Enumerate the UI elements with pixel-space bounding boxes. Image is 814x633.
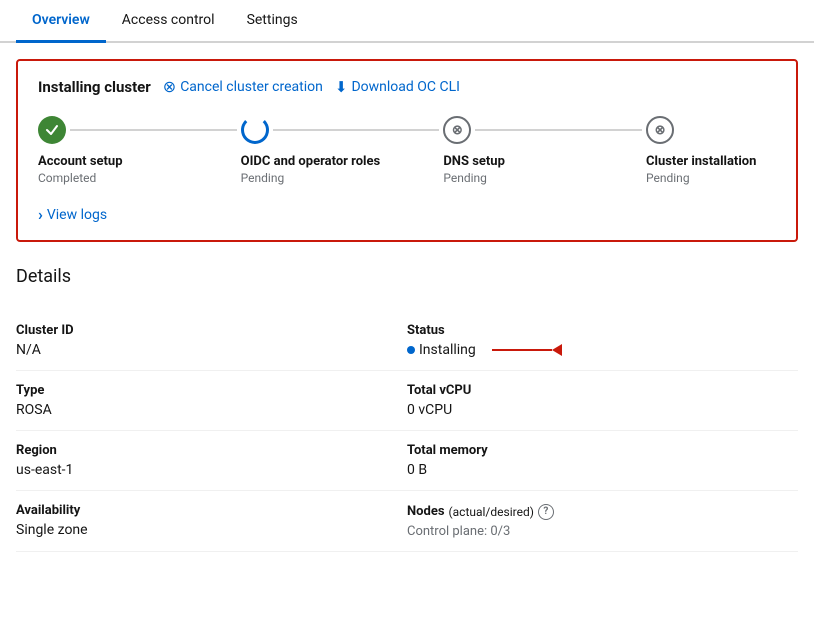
cancel-label: Cancel cluster creation bbox=[180, 79, 323, 95]
arrow-annotation bbox=[492, 344, 562, 356]
install-banner: Installing cluster ⊗ Cancel cluster crea… bbox=[16, 59, 798, 242]
step-status-3: Pending bbox=[443, 171, 505, 185]
status-text: Installing bbox=[419, 342, 476, 358]
step-icon-row-2 bbox=[241, 116, 444, 144]
step-icon-pending-x-1: ⊗ bbox=[443, 116, 471, 144]
detail-cluster-id: Cluster ID N/A bbox=[16, 311, 407, 371]
details-title: Details bbox=[16, 266, 798, 295]
detail-nodes: Nodes (actual/desired) ? Control plane: … bbox=[407, 491, 798, 552]
detail-label-availability: Availability bbox=[16, 503, 407, 518]
detail-label-region: Region bbox=[16, 443, 407, 458]
detail-value-memory: 0 B bbox=[407, 462, 798, 478]
details-section: Details Cluster ID N/A Status Installing… bbox=[0, 258, 814, 568]
step-oidc-roles: OIDC and operator roles Pending bbox=[241, 116, 444, 185]
arrow-line bbox=[492, 349, 552, 351]
tab-access-control[interactable]: Access control bbox=[106, 0, 231, 43]
detail-value-cluster-id: N/A bbox=[16, 342, 407, 358]
detail-label-nodes: Nodes (actual/desired) ? bbox=[407, 504, 554, 520]
detail-status: Status Installing bbox=[407, 311, 798, 371]
detail-value-region: us-east-1 bbox=[16, 462, 407, 478]
detail-label-cluster-id: Cluster ID bbox=[16, 323, 407, 338]
detail-value-status: Installing bbox=[407, 342, 798, 358]
install-title: Installing cluster bbox=[38, 78, 151, 96]
step-connector-1 bbox=[70, 129, 237, 131]
step-cluster-installation: ⊗ Cluster installation Pending bbox=[646, 116, 776, 185]
download-label: Download OC CLI bbox=[351, 79, 459, 95]
detail-value-type: ROSA bbox=[16, 402, 407, 418]
detail-region: Region us-east-1 bbox=[16, 431, 407, 491]
nodes-sublabel: (actual/desired) bbox=[449, 505, 534, 519]
detail-label-type: Type bbox=[16, 383, 407, 398]
info-icon[interactable]: ? bbox=[538, 504, 554, 520]
tab-overview[interactable]: Overview bbox=[16, 0, 106, 43]
cancel-icon: ⊗ bbox=[163, 77, 176, 96]
view-logs-link[interactable]: › View logs bbox=[38, 205, 107, 224]
detail-value-vcpu: 0 vCPU bbox=[407, 402, 798, 418]
step-icon-completed bbox=[38, 116, 66, 144]
tab-settings[interactable]: Settings bbox=[231, 0, 314, 43]
install-header: Installing cluster ⊗ Cancel cluster crea… bbox=[38, 77, 776, 96]
step-label-2: OIDC and operator roles bbox=[241, 154, 381, 169]
detail-memory: Total memory 0 B bbox=[407, 431, 798, 491]
detail-label-memory: Total memory bbox=[407, 443, 798, 458]
step-content-2: OIDC and operator roles Pending bbox=[241, 152, 381, 185]
step-connector-2 bbox=[273, 129, 440, 131]
step-icon-spinning bbox=[241, 116, 269, 144]
detail-label-vcpu: Total vCPU bbox=[407, 383, 798, 398]
step-account-setup: Account setup Completed bbox=[38, 116, 241, 185]
detail-label-status: Status bbox=[407, 323, 798, 338]
step-content-3: DNS setup Pending bbox=[443, 152, 505, 185]
arrow-head bbox=[552, 344, 562, 356]
cancel-cluster-link[interactable]: ⊗ Cancel cluster creation bbox=[163, 77, 323, 96]
step-dns-setup: ⊗ DNS setup Pending bbox=[443, 116, 646, 185]
detail-availability: Availability Single zone bbox=[16, 491, 407, 552]
step-status-4: Pending bbox=[646, 171, 756, 185]
status-dot bbox=[407, 346, 415, 354]
download-oc-cli-link[interactable]: ⬇ Download OC CLI bbox=[335, 78, 460, 96]
nodes-label-text: Nodes bbox=[407, 504, 445, 519]
detail-value-availability: Single zone bbox=[16, 522, 407, 538]
details-grid: Cluster ID N/A Status Installing Type RO… bbox=[16, 311, 798, 552]
step-label-4: Cluster installation bbox=[646, 154, 756, 169]
view-logs-label: View logs bbox=[47, 207, 107, 223]
step-connector-3 bbox=[475, 129, 642, 131]
detail-vcpu: Total vCPU 0 vCPU bbox=[407, 371, 798, 431]
step-icon-row-1 bbox=[38, 116, 241, 144]
step-status-1: Completed bbox=[38, 171, 123, 185]
step-content-1: Account setup Completed bbox=[38, 152, 123, 185]
detail-value-nodes: Control plane: 0/3 bbox=[407, 524, 798, 539]
chevron-right-icon: › bbox=[38, 205, 43, 224]
tabs-nav: Overview Access control Settings bbox=[0, 0, 814, 43]
step-content-4: Cluster installation Pending bbox=[646, 152, 756, 185]
step-icon-row-4: ⊗ bbox=[646, 116, 776, 144]
step-icon-pending-x-2: ⊗ bbox=[646, 116, 674, 144]
step-label-1: Account setup bbox=[38, 154, 123, 169]
step-icon-row-3: ⊗ bbox=[443, 116, 646, 144]
download-icon: ⬇ bbox=[335, 78, 348, 96]
steps-container: Account setup Completed OIDC and operato… bbox=[38, 116, 776, 185]
step-status-2: Pending bbox=[241, 171, 381, 185]
step-label-3: DNS setup bbox=[443, 154, 505, 169]
detail-type: Type ROSA bbox=[16, 371, 407, 431]
